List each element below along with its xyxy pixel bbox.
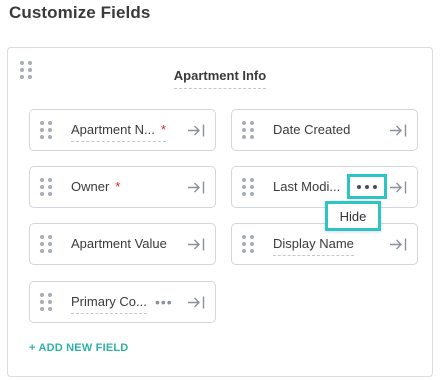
section-title[interactable]: Apartment Info (8, 68, 432, 89)
required-marker: * (160, 122, 166, 137)
field-label[interactable]: Display Name (273, 236, 354, 256)
move-to-hidden-icon[interactable] (187, 295, 206, 310)
field-label: Owner * (71, 179, 120, 194)
field-card-owner[interactable]: Owner * (29, 166, 216, 208)
hide-menu-option[interactable]: Hide (325, 201, 381, 231)
more-options-button[interactable] (347, 174, 387, 199)
field-label: Date Created (273, 122, 350, 137)
drag-handle-icon[interactable] (40, 235, 52, 253)
field-label-text: Primary Co... (71, 294, 147, 309)
field-label-text: Last Modi... (273, 179, 341, 194)
field-label-text: Date Created (273, 122, 351, 137)
field-card-primary-contact[interactable]: Primary Co... ••• (29, 281, 216, 323)
dot (357, 184, 361, 189)
move-to-hidden-icon[interactable] (389, 123, 408, 138)
move-to-hidden-icon[interactable] (389, 237, 408, 252)
field-card-apartment-value[interactable]: Apartment Value (29, 223, 216, 265)
field-label-text: Owner (71, 179, 110, 194)
add-new-field-link[interactable]: + ADD NEW FIELD (29, 342, 128, 354)
field-label: Apartment Value (71, 236, 167, 251)
field-label-text: Display Name (273, 236, 354, 251)
drag-handle-icon[interactable] (242, 121, 254, 139)
page-title: Customize Fields (9, 3, 151, 22)
move-to-hidden-icon[interactable] (389, 180, 408, 195)
field-card-date-created[interactable]: Date Created (231, 109, 418, 151)
drag-handle-icon[interactable] (242, 235, 254, 253)
field-label-text: Apartment Value (71, 236, 167, 251)
field-label[interactable]: Primary Co... (71, 294, 147, 314)
field-label: Last Modi... (273, 179, 340, 194)
section-title-label: Apartment Info (173, 68, 267, 89)
drag-handle-icon[interactable] (40, 293, 52, 311)
move-to-hidden-icon[interactable] (187, 237, 206, 252)
field-card-apartment-name[interactable]: Apartment N... * (29, 109, 216, 151)
field-label-text: Apartment N... (71, 122, 155, 137)
dot (365, 184, 369, 189)
drag-handle-icon[interactable] (40, 121, 52, 139)
field-label[interactable]: Apartment N... * (71, 122, 166, 142)
move-to-hidden-icon[interactable] (187, 123, 206, 138)
drag-handle-icon[interactable] (40, 178, 52, 196)
drag-handle-icon[interactable] (242, 178, 254, 196)
required-marker: * (115, 179, 121, 194)
dot (373, 184, 377, 189)
more-options-icon[interactable]: ••• (155, 294, 173, 310)
move-to-hidden-icon[interactable] (187, 180, 206, 195)
